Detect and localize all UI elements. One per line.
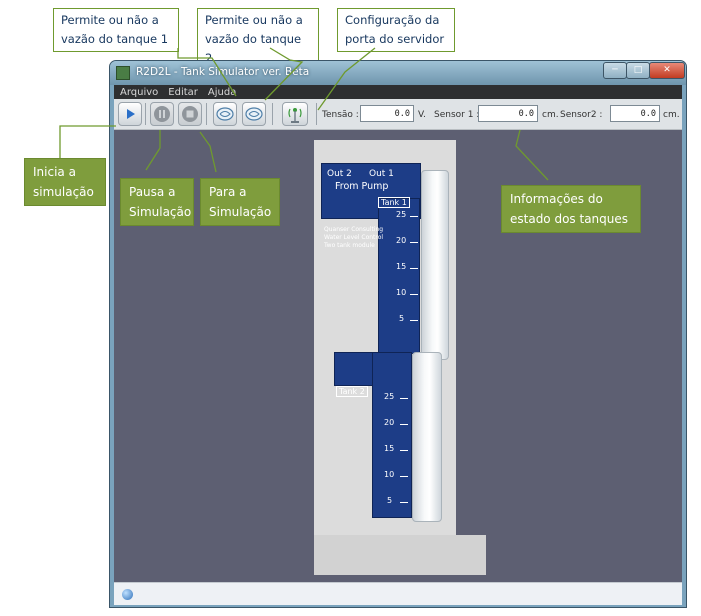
- connector-stop: [199, 131, 217, 173]
- connector-tank-info: [515, 129, 549, 181]
- connector-server-port: [317, 47, 376, 111]
- callout-connectors: [59, 47, 549, 181]
- connector-valve-tank1: [177, 48, 237, 97]
- connector-valve-tank2: [264, 47, 304, 101]
- connector-pause: [145, 130, 161, 171]
- connector-start: [59, 125, 116, 158]
